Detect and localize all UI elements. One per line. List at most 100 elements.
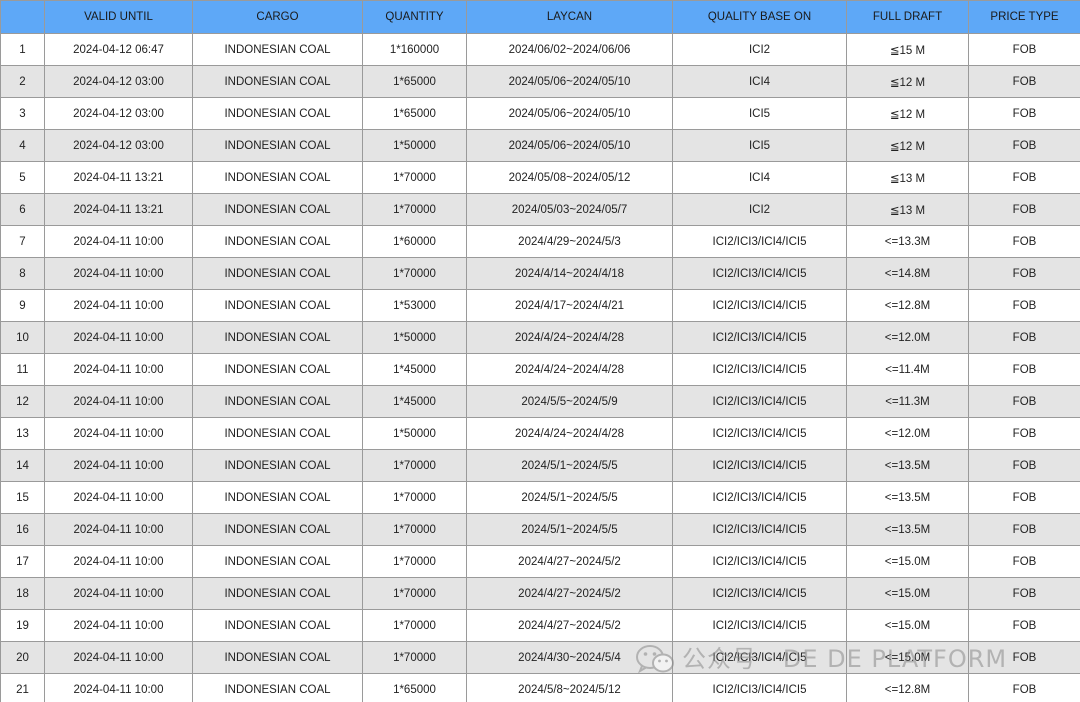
row-index-cell: 20	[0, 641, 45, 674]
price-type-cell: FOB	[968, 577, 1080, 610]
price-type-cell: FOB	[968, 609, 1080, 642]
valid-until-cell: 2024-04-12 03:00	[44, 129, 193, 162]
cargo-cell: INDONESIAN COAL	[192, 193, 363, 226]
valid-until-cell: 2024-04-11 10:00	[44, 225, 193, 258]
laycan-cell: 2024/4/24~2024/4/28	[466, 353, 673, 386]
table-row: 8 2024-04-11 10:00 INDONESIAN COAL 1*70000 2…	[0, 257, 1080, 290]
price-type-cell: FOB	[968, 513, 1080, 546]
quality-cell: ICI2/ICI3/ICI4/ICI5	[672, 481, 847, 514]
cargo-cell: INDONESIAN COAL	[192, 225, 363, 258]
quality-cell: ICI2/ICI3/ICI4/ICI5	[672, 641, 847, 674]
valid-until-cell: 2024-04-11 10:00	[44, 673, 193, 702]
quality-cell: ICI2/ICI3/ICI4/ICI5	[672, 225, 847, 258]
quality-cell: ICI2/ICI3/ICI4/ICI5	[672, 353, 847, 386]
cargo-cell: INDONESIAN COAL	[192, 97, 363, 130]
table-row: 1 2024-04-12 06:47 INDONESIAN COAL 1*160000…	[0, 33, 1080, 66]
row-index-cell: 19	[0, 609, 45, 642]
row-index-cell: 4	[0, 129, 45, 162]
laycan-cell: 2024/05/03~2024/05/7	[466, 193, 673, 226]
laycan-cell: 2024/4/27~2024/5/2	[466, 545, 673, 578]
row-index-cell: 18	[0, 577, 45, 610]
valid-until-cell: 2024-04-11 10:00	[44, 257, 193, 290]
full-draft-cell: <=11.4M	[846, 353, 969, 386]
laycan-cell: 2024/06/02~2024/06/06	[466, 33, 673, 66]
quantity-cell: 1*70000	[362, 641, 467, 674]
row-index-cell: 8	[0, 257, 45, 290]
table-row: 13 2024-04-11 10:00 INDONESIAN COAL 1*50000…	[0, 417, 1080, 450]
row-index-cell: 17	[0, 545, 45, 578]
row-index-cell: 14	[0, 449, 45, 482]
quantity-cell: 1*60000	[362, 225, 467, 258]
row-index-cell: 9	[0, 289, 45, 322]
column-header-full-draft: FULL DRAFT	[846, 0, 969, 34]
quantity-cell: 1*70000	[362, 257, 467, 290]
quality-cell: ICI2/ICI3/ICI4/ICI5	[672, 545, 847, 578]
quality-cell: ICI2	[672, 193, 847, 226]
valid-until-cell: 2024-04-11 10:00	[44, 385, 193, 418]
cargo-cell: INDONESIAN COAL	[192, 481, 363, 514]
laycan-cell: 2024/4/17~2024/4/21	[466, 289, 673, 322]
row-index-cell: 16	[0, 513, 45, 546]
price-type-cell: FOB	[968, 417, 1080, 450]
full-draft-cell: ≦15 M	[846, 33, 969, 66]
full-draft-cell: ≦12 M	[846, 65, 969, 98]
valid-until-cell: 2024-04-12 03:00	[44, 65, 193, 98]
valid-until-cell: 2024-04-11 10:00	[44, 513, 193, 546]
laycan-cell: 2024/05/06~2024/05/10	[466, 129, 673, 162]
laycan-cell: 2024/05/08~2024/05/12	[466, 161, 673, 194]
quality-cell: ICI2/ICI3/ICI4/ICI5	[672, 321, 847, 354]
row-index-cell: 3	[0, 97, 45, 130]
cargo-cell: INDONESIAN COAL	[192, 33, 363, 66]
quantity-cell: 1*65000	[362, 65, 467, 98]
valid-until-cell: 2024-04-11 10:00	[44, 321, 193, 354]
column-header-laycan: LAYCAN	[466, 0, 673, 34]
quantity-cell: 1*70000	[362, 609, 467, 642]
price-type-cell: FOB	[968, 321, 1080, 354]
price-type-cell: FOB	[968, 545, 1080, 578]
column-header-valid-until: VALID UNTIL	[44, 0, 193, 34]
quality-cell: ICI2/ICI3/ICI4/ICI5	[672, 609, 847, 642]
laycan-cell: 2024/4/24~2024/4/28	[466, 321, 673, 354]
price-type-cell: FOB	[968, 161, 1080, 194]
cargo-cell: INDONESIAN COAL	[192, 577, 363, 610]
cargo-cell: INDONESIAN COAL	[192, 161, 363, 194]
price-type-cell: FOB	[968, 385, 1080, 418]
table-row: 6 2024-04-11 13:21 INDONESIAN COAL 1*70000 2…	[0, 193, 1080, 226]
quantity-cell: 1*65000	[362, 673, 467, 702]
laycan-cell: 2024/05/06~2024/05/10	[466, 97, 673, 130]
laycan-cell: 2024/5/5~2024/5/9	[466, 385, 673, 418]
valid-until-cell: 2024-04-11 13:21	[44, 161, 193, 194]
full-draft-cell: <=15.0M	[846, 609, 969, 642]
laycan-cell: 2024/4/24~2024/4/28	[466, 417, 673, 450]
full-draft-cell: <=12.0M	[846, 321, 969, 354]
quantity-cell: 1*50000	[362, 321, 467, 354]
price-type-cell: FOB	[968, 257, 1080, 290]
full-draft-cell: <=15.0M	[846, 545, 969, 578]
quantity-cell: 1*45000	[362, 385, 467, 418]
quantity-cell: 1*70000	[362, 193, 467, 226]
full-draft-cell: ≦13 M	[846, 193, 969, 226]
table-row: 14 2024-04-11 10:00 INDONESIAN COAL 1*70000…	[0, 449, 1080, 482]
full-draft-cell: <=14.8M	[846, 257, 969, 290]
price-type-cell: FOB	[968, 97, 1080, 130]
valid-until-cell: 2024-04-11 10:00	[44, 609, 193, 642]
cargo-cell: INDONESIAN COAL	[192, 257, 363, 290]
row-index-cell: 12	[0, 385, 45, 418]
quality-cell: ICI2/ICI3/ICI4/ICI5	[672, 385, 847, 418]
table-row: 18 2024-04-11 10:00 INDONESIAN COAL 1*70000…	[0, 577, 1080, 610]
quantity-cell: 1*70000	[362, 481, 467, 514]
cargo-cell: INDONESIAN COAL	[192, 609, 363, 642]
quality-cell: ICI2	[672, 33, 847, 66]
cargo-cell: INDONESIAN COAL	[192, 65, 363, 98]
laycan-cell: 2024/4/29~2024/5/3	[466, 225, 673, 258]
valid-until-cell: 2024-04-12 03:00	[44, 97, 193, 130]
quantity-cell: 1*45000	[362, 353, 467, 386]
row-index-cell: 21	[0, 673, 45, 702]
column-header-quantity: QUANTITY	[362, 0, 467, 34]
laycan-cell: 2024/4/27~2024/5/2	[466, 577, 673, 610]
price-type-cell: FOB	[968, 481, 1080, 514]
valid-until-cell: 2024-04-11 13:21	[44, 193, 193, 226]
cargo-cell: INDONESIAN COAL	[192, 417, 363, 450]
table-row: 9 2024-04-11 10:00 INDONESIAN COAL 1*53000 2…	[0, 289, 1080, 322]
valid-until-cell: 2024-04-11 10:00	[44, 545, 193, 578]
